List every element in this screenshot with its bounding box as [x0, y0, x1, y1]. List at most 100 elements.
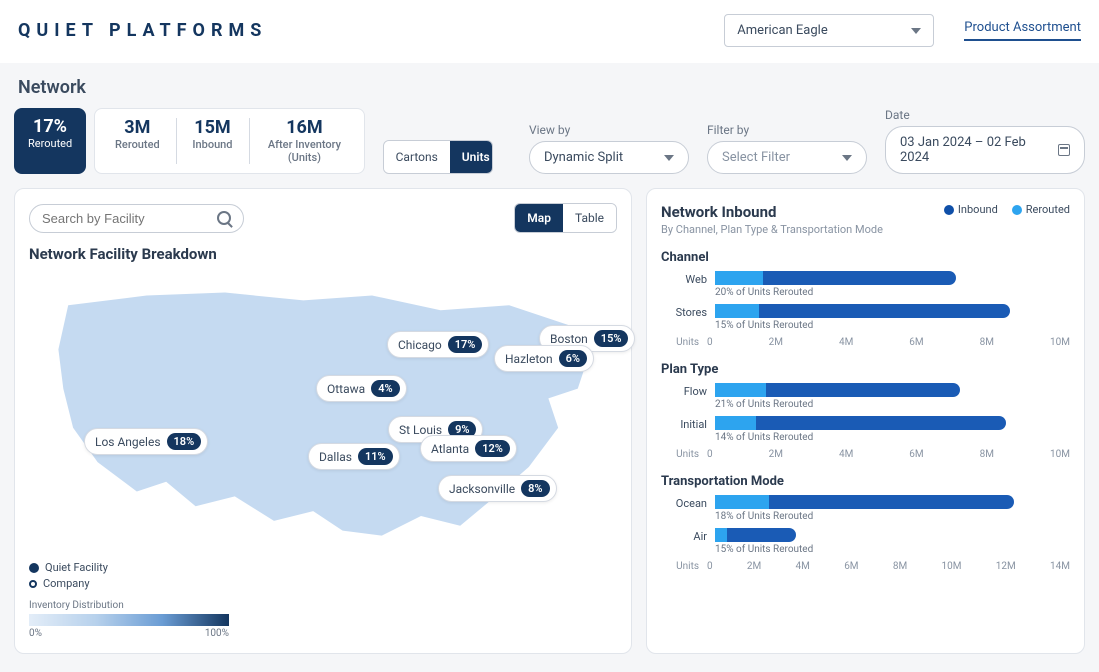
axis-ticks: 02M4M6M8M10M — [707, 449, 1070, 460]
city-pct-badge: 18% — [167, 433, 202, 450]
map-silhouette — [29, 271, 617, 555]
facility-panel: Map Table Network Facility Breakdown Bos… — [14, 188, 632, 654]
facility-breakdown-title: Network Facility Breakdown — [29, 245, 617, 263]
chart-axis: Units 02M4M6M8M10M — [661, 449, 1070, 460]
us-map: Boston15%Chicago17%Hazleton6%Ottawa4%St … — [29, 271, 617, 561]
bar-note: 14% of Units Rerouted — [715, 432, 1070, 443]
bar-rerouted — [715, 495, 769, 509]
city-name: Boston — [550, 332, 588, 346]
city-pct-badge: 4% — [371, 380, 399, 397]
unit-toggle: Cartons Units — [383, 140, 493, 174]
bar-note: 21% of Units Rerouted — [715, 399, 1070, 410]
bar-stack — [715, 383, 1070, 397]
bar-label: Web — [661, 271, 707, 286]
city-name: Los Angeles — [95, 435, 161, 449]
unit-toggle-units[interactable]: Units — [450, 141, 493, 173]
bar-note: 15% of Units Rerouted — [715, 544, 1070, 555]
dot-quiet-icon — [29, 563, 39, 573]
bar-label: Ocean — [661, 495, 707, 510]
inbound-title: Network Inbound — [661, 203, 883, 221]
chart-axis: Units 02M4M6M8M10M12M14M — [661, 561, 1070, 572]
calendar-icon — [1058, 144, 1070, 156]
bar-label: Air — [661, 528, 707, 543]
chart-title: Channel — [661, 250, 1070, 265]
city-pct-badge: 12% — [475, 440, 510, 457]
city-name: Ottawa — [327, 382, 365, 396]
stat-group: 3M Rerouted 15M Inbound 16M After Invent… — [94, 108, 365, 174]
city-pct-badge: 11% — [358, 448, 393, 465]
facility-search[interactable] — [29, 204, 244, 233]
top-bar: QUIET PLATFORMS American Eagle Product A… — [0, 0, 1099, 63]
view-by-label: View by — [529, 123, 689, 137]
date-control: Date 03 Jan 2024 – 02 Feb 2024 — [885, 108, 1085, 174]
legend-dot-inbound-icon — [944, 205, 954, 215]
bar-row: Air 15% of Units Rerouted — [661, 528, 1070, 555]
chevron-down-icon — [664, 155, 674, 161]
city-pill[interactable]: Ottawa 4% — [316, 375, 407, 402]
chart-group: Channel Web 20% of Units Rerouted Stores… — [661, 250, 1070, 348]
bar-stack — [715, 271, 1070, 285]
chart-group: Transportation Mode Ocean 18% of Units R… — [661, 474, 1070, 572]
axis-label: Units — [661, 449, 707, 460]
legend-dot-rerouted-icon — [1012, 205, 1022, 215]
bar-rerouted — [715, 383, 766, 397]
unit-toggle-cartons[interactable]: Cartons — [384, 141, 450, 173]
axis-label: Units — [661, 561, 707, 572]
date-range-select[interactable]: 03 Jan 2024 – 02 Feb 2024 — [885, 126, 1085, 174]
filter-by-select[interactable]: Select Filter — [707, 141, 867, 174]
bar-row: Web 20% of Units Rerouted — [661, 271, 1070, 298]
stat-rerouted-count: 3M Rerouted — [99, 114, 176, 168]
bar-rerouted — [715, 271, 763, 285]
chart-title: Transportation Mode — [661, 474, 1070, 489]
toggle-table[interactable]: Table — [563, 204, 616, 232]
stat-rerouted-pct: 17% Rerouted — [14, 108, 86, 174]
brand-logo: QUIET PLATFORMS — [18, 20, 267, 41]
bar-stack — [715, 416, 1070, 430]
city-pill[interactable]: Hazleton6% — [494, 345, 594, 372]
city-pill[interactable]: Los Angeles 18% — [84, 428, 208, 455]
facility-search-input[interactable] — [42, 211, 212, 226]
bar-row: Ocean 18% of Units Rerouted — [661, 495, 1070, 522]
view-by-select[interactable]: Dynamic Split — [529, 141, 689, 174]
filter-by-control: Filter by Select Filter — [707, 123, 867, 174]
city-pill[interactable]: Dallas 11% — [308, 443, 400, 470]
city-name: Dallas — [319, 450, 352, 464]
gradient-scale: 0% 100% — [29, 628, 229, 639]
dot-company-icon — [29, 580, 37, 588]
map-table-toggle: Map Table — [514, 203, 617, 233]
topbar-right: American Eagle Product Assortment — [724, 14, 1081, 47]
gradient-bar — [29, 614, 229, 626]
map-legend: Quiet Facility Company Inventory Distrib… — [29, 561, 617, 639]
chevron-down-icon — [842, 155, 852, 161]
bar-note: 18% of Units Rerouted — [715, 511, 1070, 522]
search-icon — [217, 211, 231, 225]
bar-stack — [715, 304, 1070, 318]
axis-ticks: 02M4M6M8M10M — [707, 337, 1070, 348]
product-assortment-link[interactable]: Product Assortment — [964, 20, 1081, 41]
bar-stack — [715, 495, 1070, 509]
inbound-panel: Network Inbound By Channel, Plan Type & … — [646, 188, 1085, 654]
org-select[interactable]: American Eagle — [724, 14, 934, 47]
bar-label: Flow — [661, 383, 707, 398]
chart-title: Plan Type — [661, 362, 1070, 377]
bar-stack — [715, 528, 1070, 542]
date-label: Date — [885, 108, 1085, 122]
bar-row: Initial 14% of Units Rerouted — [661, 416, 1070, 443]
city-name: Chicago — [398, 338, 442, 352]
gradient-label: Inventory Distribution — [29, 600, 617, 611]
chevron-down-icon — [911, 28, 921, 34]
city-pill[interactable]: Jacksonville8% — [438, 475, 557, 502]
bar-rerouted — [715, 416, 756, 430]
bar-inbound — [715, 304, 1010, 318]
city-pill[interactable]: Atlanta12% — [420, 435, 517, 462]
stat-value: 17% — [28, 117, 72, 137]
summary-stats: 17% Rerouted 3M Rerouted 15M Inbound 16M… — [14, 108, 365, 174]
city-name: Hazleton — [505, 352, 553, 366]
toggle-map[interactable]: Map — [515, 204, 563, 232]
city-pill[interactable]: Chicago17% — [387, 331, 489, 358]
stat-label: Rerouted — [28, 137, 72, 150]
bar-label: Stores — [661, 304, 707, 319]
chart-axis: Units 02M4M6M8M10M — [661, 337, 1070, 348]
page-title: Network — [18, 77, 1085, 98]
bar-rerouted — [715, 304, 759, 318]
